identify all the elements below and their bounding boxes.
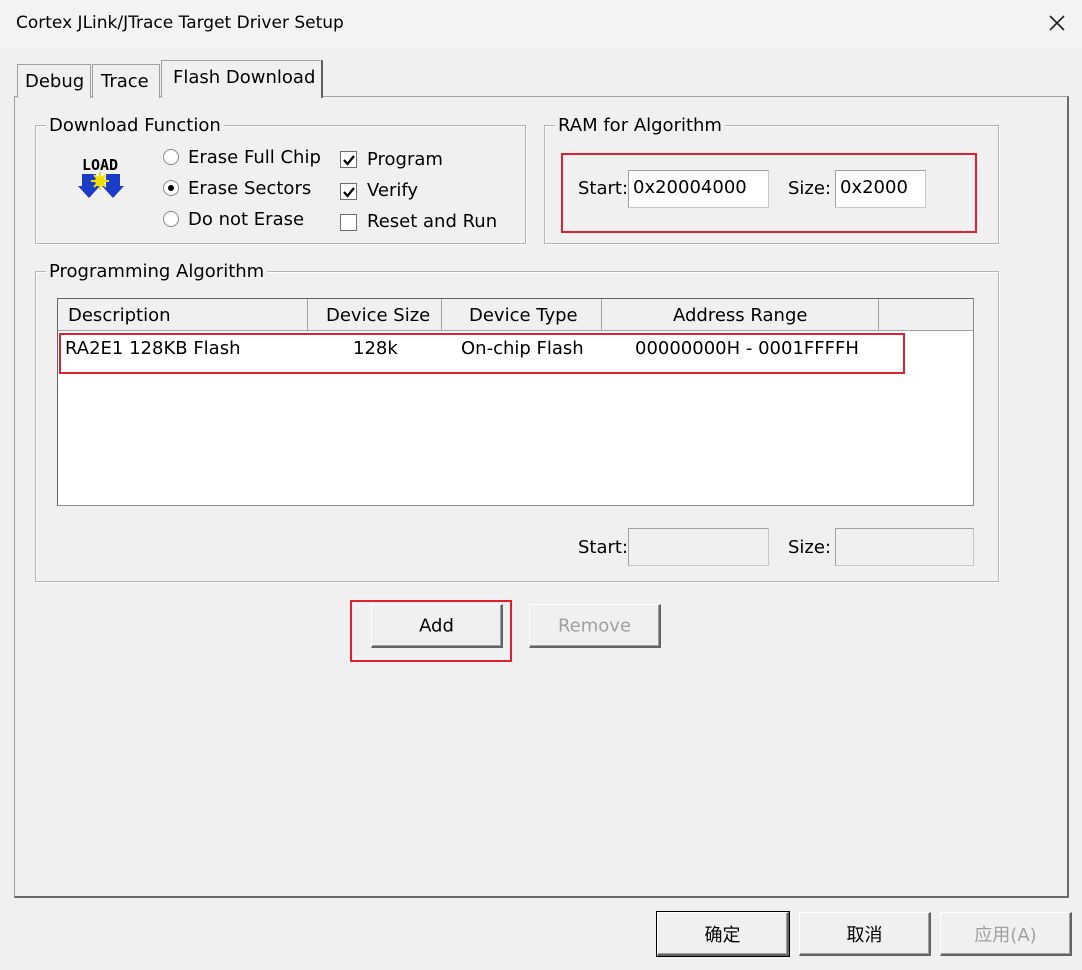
program-checkbox[interactable] <box>340 151 357 168</box>
erase-full-chip-radio[interactable] <box>163 149 179 165</box>
ram-start-input[interactable]: 0x20004000 <box>628 170 769 208</box>
do-not-erase-label: Do not Erase <box>188 209 305 230</box>
row-highlight-box <box>59 333 905 374</box>
load-logo-text: LOAD <box>82 156 118 174</box>
cancel-button[interactable]: 取消 <box>799 912 931 956</box>
verify-checkbox[interactable] <box>340 183 357 200</box>
reset-and-run-checkbox[interactable] <box>340 214 357 231</box>
verify-label: Verify <box>367 180 419 201</box>
tab-trace[interactable]: Trace <box>92 64 160 98</box>
erase-sectors-radio[interactable] <box>163 180 179 196</box>
algo-size-label: Size: <box>788 537 832 558</box>
ram-for-algorithm-legend: RAM for Algorithm <box>555 115 725 136</box>
algo-start-input[interactable] <box>628 528 769 566</box>
ok-button[interactable]: 确定 <box>656 911 790 957</box>
download-function-legend: Download Function <box>46 115 224 136</box>
ram-start-label: Start: <box>578 178 629 199</box>
column-header-blank <box>879 299 973 331</box>
tab-debug[interactable]: Debug <box>17 64 91 98</box>
algorithm-list[interactable]: Description Device Size Device Type Addr… <box>57 298 974 506</box>
reset-and-run-label: Reset and Run <box>367 211 498 232</box>
do-not-erase-radio[interactable] <box>163 211 179 227</box>
tab-debug-label: Debug <box>25 71 85 92</box>
algo-size-input[interactable] <box>835 528 974 566</box>
tab-flash-download[interactable]: Flash Download <box>161 60 323 98</box>
column-header-address-range[interactable]: Address Range <box>602 299 879 331</box>
add-button[interactable]: Add <box>371 604 503 648</box>
algo-start-label: Start: <box>578 537 629 558</box>
checkmark-icon <box>343 155 355 166</box>
column-header-description[interactable]: Description <box>58 299 308 331</box>
column-header-device-type[interactable]: Device Type <box>442 299 602 331</box>
remove-button[interactable]: Remove <box>529 604 661 648</box>
ram-size-label: Size: <box>788 178 832 199</box>
erase-sectors-label: Erase Sectors <box>188 178 312 199</box>
checkmark-icon <box>343 187 355 198</box>
window-title: Cortex JLink/JTrace Target Driver Setup <box>16 13 344 33</box>
program-label: Program <box>367 149 443 170</box>
ram-size-input[interactable]: 0x2000 <box>835 170 926 208</box>
close-icon[interactable] <box>1040 6 1074 40</box>
programming-algorithm-legend: Programming Algorithm <box>46 261 268 282</box>
tab-trace-label: Trace <box>101 71 149 92</box>
tab-flash-download-label: Flash Download <box>173 67 316 88</box>
column-header-device-size[interactable]: Device Size <box>308 299 442 331</box>
apply-button[interactable]: 应用(A) <box>940 912 1072 956</box>
erase-full-chip-label: Erase Full Chip <box>188 147 321 168</box>
load-logo-icon: LOAD <box>76 154 124 202</box>
